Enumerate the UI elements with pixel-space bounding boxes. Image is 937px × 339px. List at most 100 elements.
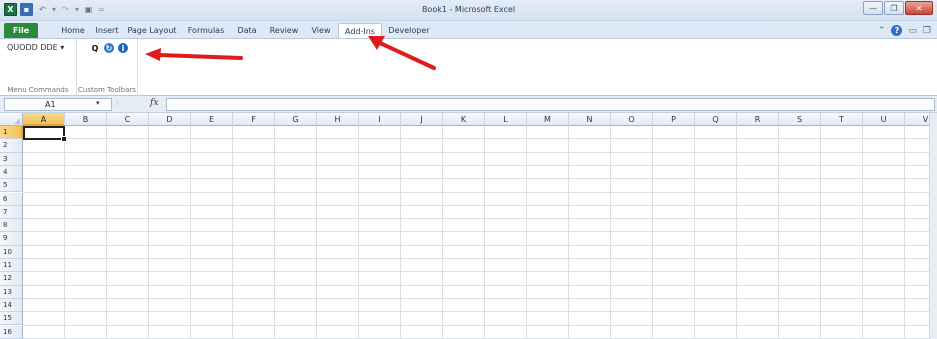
column-header-n[interactable]: N bbox=[569, 113, 611, 126]
refresh-icon[interactable]: ↻ bbox=[104, 43, 114, 53]
custom-toolbar: Q ↻ i bbox=[90, 43, 128, 53]
gridline bbox=[820, 126, 821, 339]
row-header-16[interactable]: 16 bbox=[0, 325, 23, 339]
tab-view[interactable]: View bbox=[306, 23, 336, 38]
column-header-m[interactable]: M bbox=[527, 113, 569, 126]
column-header-k[interactable]: K bbox=[443, 113, 485, 126]
column-header-c[interactable]: C bbox=[107, 113, 149, 126]
row-header-15[interactable]: 15 bbox=[0, 312, 23, 326]
gridline bbox=[652, 126, 653, 339]
column-header-d[interactable]: D bbox=[149, 113, 191, 126]
group-custom-toolbars: Q ↻ i Custom Toolbars bbox=[77, 39, 138, 96]
gridline bbox=[23, 231, 929, 233]
gridline bbox=[23, 151, 929, 153]
gridline bbox=[148, 126, 149, 339]
gridline bbox=[358, 126, 359, 339]
gridline bbox=[442, 126, 443, 339]
minimize-ribbon-icon[interactable]: ⌃ bbox=[878, 26, 886, 36]
row-header-13[interactable]: 13 bbox=[0, 285, 23, 299]
tab-add-ins[interactable]: Add-Ins bbox=[338, 23, 382, 38]
gridline bbox=[862, 126, 863, 339]
column-header-h[interactable]: H bbox=[317, 113, 359, 126]
select-all-corner[interactable] bbox=[0, 113, 23, 126]
row-header-10[interactable]: 10 bbox=[0, 245, 23, 259]
group-label-menu-commands: Menu Commands bbox=[7, 86, 69, 94]
formula-input[interactable] bbox=[166, 98, 935, 111]
column-header-j[interactable]: J bbox=[401, 113, 443, 126]
worksheet-grid[interactable]: ABCDEFGHIJKLMNOPQRSTUV 1 2 3 4 5 6 7 8 9 10 11 12 13… bbox=[0, 113, 937, 339]
gridline bbox=[23, 218, 929, 220]
quodd-q-icon[interactable]: Q bbox=[90, 43, 100, 53]
ribbon-panel: QUODD DDE ▾ Menu Commands Q ↻ i Custom T… bbox=[0, 38, 937, 96]
window-title: Book1 - Microsoft Excel bbox=[421, 5, 516, 14]
gridline bbox=[23, 284, 929, 286]
gridline bbox=[23, 271, 929, 273]
column-header-i[interactable]: I bbox=[359, 113, 401, 126]
gridline bbox=[484, 126, 485, 339]
tab-insert[interactable]: Insert bbox=[90, 23, 124, 38]
column-header-u[interactable]: U bbox=[863, 113, 905, 126]
column-header-p[interactable]: P bbox=[653, 113, 695, 126]
tab-file[interactable]: File bbox=[4, 23, 38, 38]
formula-bar: A1 ▾ ⁝ fx bbox=[0, 96, 937, 113]
minimize-button[interactable]: — bbox=[863, 1, 883, 15]
info-icon[interactable]: i bbox=[118, 43, 128, 53]
gridline bbox=[23, 297, 929, 299]
row-header-2[interactable]: 2 bbox=[0, 139, 23, 153]
quodd-dde-menu-button[interactable]: QUODD DDE ▾ bbox=[7, 43, 64, 52]
tab-review[interactable]: Review bbox=[264, 23, 304, 38]
gridline bbox=[23, 258, 929, 259]
row-header-4[interactable]: 4 bbox=[0, 165, 23, 180]
row-header-14[interactable]: 14 bbox=[0, 298, 23, 313]
gridline bbox=[23, 311, 929, 313]
row-header-8[interactable]: 8 bbox=[0, 219, 23, 233]
close-button[interactable]: ✕ bbox=[905, 1, 933, 15]
ribbon-tabs: File Home Insert Page Layout Formulas Da… bbox=[0, 21, 937, 38]
name-box-dropdown-icon[interactable]: ▾ bbox=[96, 99, 100, 107]
column-header-s[interactable]: S bbox=[779, 113, 821, 126]
column-header-a[interactable]: A bbox=[23, 113, 65, 126]
row-header-5[interactable]: 5 bbox=[0, 179, 23, 193]
column-header-q[interactable]: Q bbox=[695, 113, 737, 126]
row-header-11[interactable]: 11 bbox=[0, 259, 23, 273]
formula-bar-grip-icon: ⁝ bbox=[116, 99, 119, 108]
tab-home[interactable]: Home bbox=[56, 23, 90, 38]
gridline bbox=[274, 126, 275, 339]
row-header-12[interactable]: 12 bbox=[0, 272, 23, 286]
active-cell-a1[interactable] bbox=[23, 126, 67, 142]
row-header-3[interactable]: 3 bbox=[0, 152, 23, 166]
gridline bbox=[610, 126, 611, 339]
column-header-r[interactable]: R bbox=[737, 113, 779, 126]
help-icon[interactable]: ? bbox=[891, 25, 903, 36]
column-header-e[interactable]: E bbox=[191, 113, 233, 126]
gridline bbox=[316, 126, 317, 339]
row-header-6[interactable]: 6 bbox=[0, 192, 23, 206]
column-header-b[interactable]: B bbox=[65, 113, 107, 126]
tab-formulas[interactable]: Formulas bbox=[182, 23, 230, 38]
gridline bbox=[23, 191, 929, 193]
tab-developer[interactable]: Developer bbox=[384, 23, 434, 38]
column-header-o[interactable]: O bbox=[611, 113, 653, 126]
group-label-custom-toolbars: Custom Toolbars bbox=[78, 86, 136, 94]
gridline bbox=[778, 126, 779, 339]
row-header-1[interactable]: 1 bbox=[0, 126, 23, 140]
row-header-9[interactable]: 9 bbox=[0, 232, 23, 246]
column-header-t[interactable]: T bbox=[821, 113, 863, 126]
gridline bbox=[23, 178, 929, 180]
ribbon-right-controls: ⌃ ? ▭ ❐ bbox=[878, 25, 931, 36]
gridline bbox=[106, 126, 107, 339]
gridline bbox=[904, 126, 905, 339]
column-header-f[interactable]: F bbox=[233, 113, 275, 126]
vertical-scrollbar[interactable] bbox=[929, 113, 937, 339]
tab-page-layout[interactable]: Page Layout bbox=[124, 23, 180, 38]
restore-button[interactable]: ❐ bbox=[884, 1, 904, 15]
column-header-g[interactable]: G bbox=[275, 113, 317, 126]
workbook-minimize-icon[interactable]: ▭ bbox=[908, 26, 917, 36]
workbook-restore-icon[interactable]: ❐ bbox=[923, 26, 931, 36]
gridline bbox=[23, 324, 929, 326]
row-header-7[interactable]: 7 bbox=[0, 205, 23, 220]
insert-function-icon[interactable]: fx bbox=[150, 98, 158, 108]
gridline bbox=[568, 126, 569, 339]
column-header-l[interactable]: L bbox=[485, 113, 527, 126]
tab-data[interactable]: Data bbox=[230, 23, 264, 38]
